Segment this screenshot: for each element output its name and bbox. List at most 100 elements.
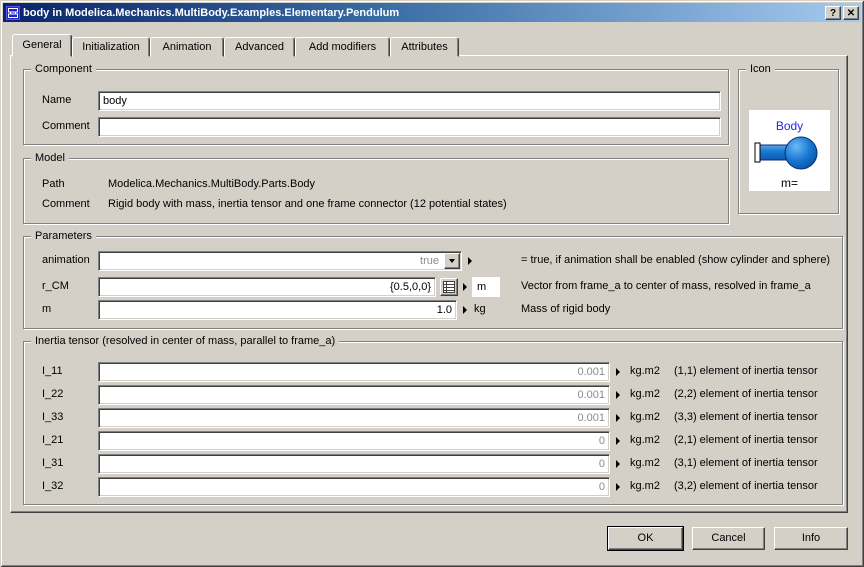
model-legend: Model xyxy=(31,152,69,165)
component-group: Component Name Comment xyxy=(23,69,729,145)
i21-field[interactable]: 0 xyxy=(98,431,610,451)
m-value: 1.0 xyxy=(99,301,456,319)
title-bar[interactable]: body in Modelica.Mechanics.MultiBody.Exa… xyxy=(3,3,861,22)
matrix-edit-button[interactable] xyxy=(440,278,458,296)
i32-field[interactable]: 0 xyxy=(98,477,610,497)
param-name: m xyxy=(42,303,51,315)
i33-value: 0.001 xyxy=(99,409,609,427)
tab-advanced[interactable]: Advanced xyxy=(224,37,295,57)
r-cm-value: {0.5,0,0} xyxy=(99,278,435,296)
tab-animation[interactable]: Animation xyxy=(150,37,224,57)
matrix-grid-icon xyxy=(443,281,455,293)
model-comment-row: Comment Rigid body with mass, inertia te… xyxy=(42,195,722,215)
param-name: I_31 xyxy=(42,457,63,469)
i22-field[interactable]: 0.001 xyxy=(98,385,610,405)
param-row-m: m 1.0 kg Mass of rigid body xyxy=(42,300,836,320)
comment-field[interactable] xyxy=(98,117,721,137)
dialog-window: body in Modelica.Mechanics.MultiBody.Exa… xyxy=(0,0,864,567)
tab-bar: General Initialization Animation Advance… xyxy=(12,33,459,56)
inertia-row-i31: I_31 0 kg.m2 (3,1) element of inertia te… xyxy=(42,454,836,474)
name-input[interactable] xyxy=(99,92,720,110)
param-description: (3,3) element of inertia tensor xyxy=(674,411,818,423)
expand-triangle-icon[interactable] xyxy=(616,414,620,422)
param-description: (3,2) element of inertia tensor xyxy=(674,480,818,492)
info-button[interactable]: Info xyxy=(774,527,848,550)
component-name-row: Name xyxy=(42,91,722,111)
cancel-button[interactable]: Cancel xyxy=(692,527,765,550)
param-row-r-cm: r_CM {0.5,0,0} m Vector from frame_a to … xyxy=(42,277,836,297)
model-group: Model Path Modelica.Mechanics.MultiBody.… xyxy=(23,158,729,224)
inertia-unit: kg.m2 xyxy=(630,411,660,423)
tab-attributes[interactable]: Attributes xyxy=(390,37,459,57)
expand-triangle-icon[interactable] xyxy=(616,460,620,468)
param-name: r_CM xyxy=(42,280,69,292)
path-value: Modelica.Mechanics.MultiBody.Parts.Body xyxy=(108,178,315,190)
param-description: (2,2) element of inertia tensor xyxy=(674,388,818,400)
tab-add-modifiers[interactable]: Add modifiers xyxy=(295,37,390,57)
param-description: = true, if animation shall be enabled (s… xyxy=(521,254,830,266)
expand-triangle-icon[interactable] xyxy=(463,306,467,314)
tab-initialization[interactable]: Initialization xyxy=(72,37,150,57)
expand-triangle-icon[interactable] xyxy=(616,368,620,376)
i31-value: 0 xyxy=(99,455,609,473)
inertia-unit: kg.m2 xyxy=(630,480,660,492)
app-icon xyxy=(6,6,20,20)
model-path-row: Path Modelica.Mechanics.MultiBody.Parts.… xyxy=(42,175,722,195)
inertia-unit: kg.m2 xyxy=(630,365,660,377)
expand-triangle-icon[interactable] xyxy=(616,391,620,399)
icon-group: Icon Body xyxy=(738,69,839,214)
icon-legend: Icon xyxy=(746,63,775,76)
model-comment-label: Comment xyxy=(42,198,90,210)
param-description: Mass of rigid body xyxy=(521,303,610,315)
parameters-group: Parameters animation true = true, if ani… xyxy=(23,236,843,329)
i11-field[interactable]: 0.001 xyxy=(98,362,610,382)
i31-field[interactable]: 0 xyxy=(98,454,610,474)
parameters-legend: Parameters xyxy=(31,230,96,243)
inertia-unit: kg.m2 xyxy=(630,388,660,400)
param-description: Vector from frame_a to center of mass, r… xyxy=(521,280,811,292)
r-cm-unit-field[interactable]: m xyxy=(472,277,500,297)
name-field[interactable] xyxy=(98,91,721,111)
help-icon[interactable]: ? xyxy=(825,6,841,20)
param-name: I_11 xyxy=(42,365,63,377)
animation-value: true xyxy=(99,252,461,270)
comment-input[interactable] xyxy=(99,118,720,136)
component-legend: Component xyxy=(31,63,96,76)
icon-mass-label: m= xyxy=(749,176,830,190)
i21-value: 0 xyxy=(99,432,609,450)
tab-general[interactable]: General xyxy=(12,34,72,57)
expand-triangle-icon[interactable] xyxy=(616,437,620,445)
path-label: Path xyxy=(42,178,65,190)
param-row-animation: animation true = true, if animation shal… xyxy=(42,251,836,271)
inertia-row-i22: I_22 0.001 kg.m2 (2,2) element of inerti… xyxy=(42,385,836,405)
i33-field[interactable]: 0.001 xyxy=(98,408,610,428)
name-label: Name xyxy=(42,94,71,106)
i32-value: 0 xyxy=(99,478,609,496)
comment-label: Comment xyxy=(42,120,90,132)
m-field[interactable]: 1.0 xyxy=(98,300,457,320)
inertia-unit: kg.m2 xyxy=(630,457,660,469)
inertia-group: Inertia tensor (resolved in center of ma… xyxy=(23,341,843,505)
param-name: I_22 xyxy=(42,388,63,400)
expand-triangle-icon[interactable] xyxy=(616,483,620,491)
animation-dropdown-button[interactable] xyxy=(444,253,460,269)
param-description: (1,1) element of inertia tensor xyxy=(674,365,818,377)
close-icon[interactable]: ✕ xyxy=(843,6,859,20)
i22-value: 0.001 xyxy=(99,386,609,404)
chevron-down-icon xyxy=(449,259,455,263)
param-description: (3,1) element of inertia tensor xyxy=(674,457,818,469)
r-cm-field[interactable]: {0.5,0,0} xyxy=(98,277,436,297)
expand-triangle-icon[interactable] xyxy=(463,283,467,291)
body-shape-icon xyxy=(750,133,829,173)
inertia-unit: kg.m2 xyxy=(630,434,660,446)
param-name: I_33 xyxy=(42,411,63,423)
m-unit: kg xyxy=(474,303,486,315)
param-description: (2,1) element of inertia tensor xyxy=(674,434,818,446)
inertia-row-i11: I_11 0.001 kg.m2 (1,1) element of inerti… xyxy=(42,362,836,382)
icon-body-label: Body xyxy=(749,110,830,133)
expand-triangle-icon[interactable] xyxy=(468,257,472,265)
animation-field[interactable]: true xyxy=(98,251,462,271)
tab-page-general: Component Name Comment Icon Body xyxy=(10,55,848,513)
ok-button[interactable]: OK xyxy=(608,527,683,550)
component-comment-row: Comment xyxy=(42,117,722,137)
